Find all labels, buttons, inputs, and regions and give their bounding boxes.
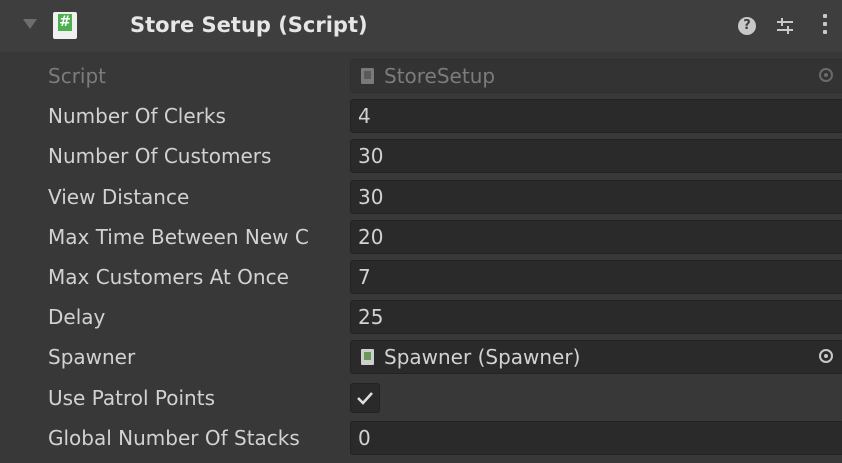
number-of-customers-field[interactable]: 30 [350, 139, 842, 173]
field-value: 25 [358, 305, 384, 329]
inspector-row: Max Time Between New C 20 [0, 218, 842, 256]
field-label: Script [48, 64, 107, 88]
field-value: 20 [358, 225, 384, 249]
field-label: Global Number Of Stacks [48, 426, 300, 450]
inspector-row: View Distance 30 [0, 178, 842, 216]
field-label: Max Customers At Once [48, 265, 289, 289]
script-field: StoreSetup [350, 59, 842, 93]
inspector-row: Script StoreSetup [0, 57, 842, 95]
field-value: 4 [358, 104, 371, 128]
inspector-row: Max Customers At Once 7 [0, 258, 842, 296]
field-value: 30 [358, 144, 384, 168]
inspector-row: Global Number Of Stacks 0 [0, 419, 842, 457]
inspector-row: Spawner Spawner (Spawner) [0, 338, 842, 376]
field-label: Spawner [48, 345, 136, 369]
field-value: 7 [358, 265, 371, 289]
field-value: StoreSetup [384, 64, 496, 88]
global-number-of-stacks-field[interactable]: 0 [350, 421, 842, 455]
component-title: Store Setup (Script) [130, 13, 368, 37]
field-label: Number Of Customers [48, 144, 272, 168]
presets-icon[interactable] [775, 17, 795, 35]
context-menu-icon[interactable] [822, 14, 828, 38]
inspector-row: Delay 25 [0, 298, 842, 336]
field-label: View Distance [48, 185, 190, 209]
spawner-field[interactable]: Spawner (Spawner) [350, 340, 842, 374]
delay-field[interactable]: 25 [350, 300, 842, 334]
number-of-clerks-field[interactable]: 4 [350, 99, 842, 133]
max-customers-at-once-field[interactable]: 7 [350, 260, 842, 294]
component-header[interactable]: # Store Setup (Script) ? [0, 0, 842, 52]
script-asset-icon [361, 349, 374, 365]
field-value: 30 [358, 185, 384, 209]
csharp-script-icon: # [53, 12, 77, 39]
field-label: Number Of Clerks [48, 104, 226, 128]
field-value: Spawner (Spawner) [384, 345, 581, 369]
script-asset-icon [361, 68, 374, 84]
field-label: Use Patrol Points [48, 386, 215, 410]
field-label: Delay [48, 305, 106, 329]
inspector-row: Use Patrol Points [0, 379, 842, 417]
field-label: Max Time Between New C [48, 225, 309, 249]
field-value: 0 [358, 426, 371, 450]
use-patrol-points-checkbox[interactable] [350, 383, 380, 413]
inspector-row: Number Of Clerks 4 [0, 97, 842, 135]
checkmark-icon [357, 392, 373, 405]
foldout-arrow-icon[interactable] [23, 19, 37, 29]
help-icon[interactable]: ? [738, 17, 756, 35]
max-time-between-new-customers-field[interactable]: 20 [350, 220, 842, 254]
view-distance-field[interactable]: 30 [350, 180, 842, 214]
object-picker-icon[interactable] [819, 349, 833, 363]
object-picker-icon [819, 68, 833, 82]
inspector-row: Number Of Customers 30 [0, 137, 842, 175]
